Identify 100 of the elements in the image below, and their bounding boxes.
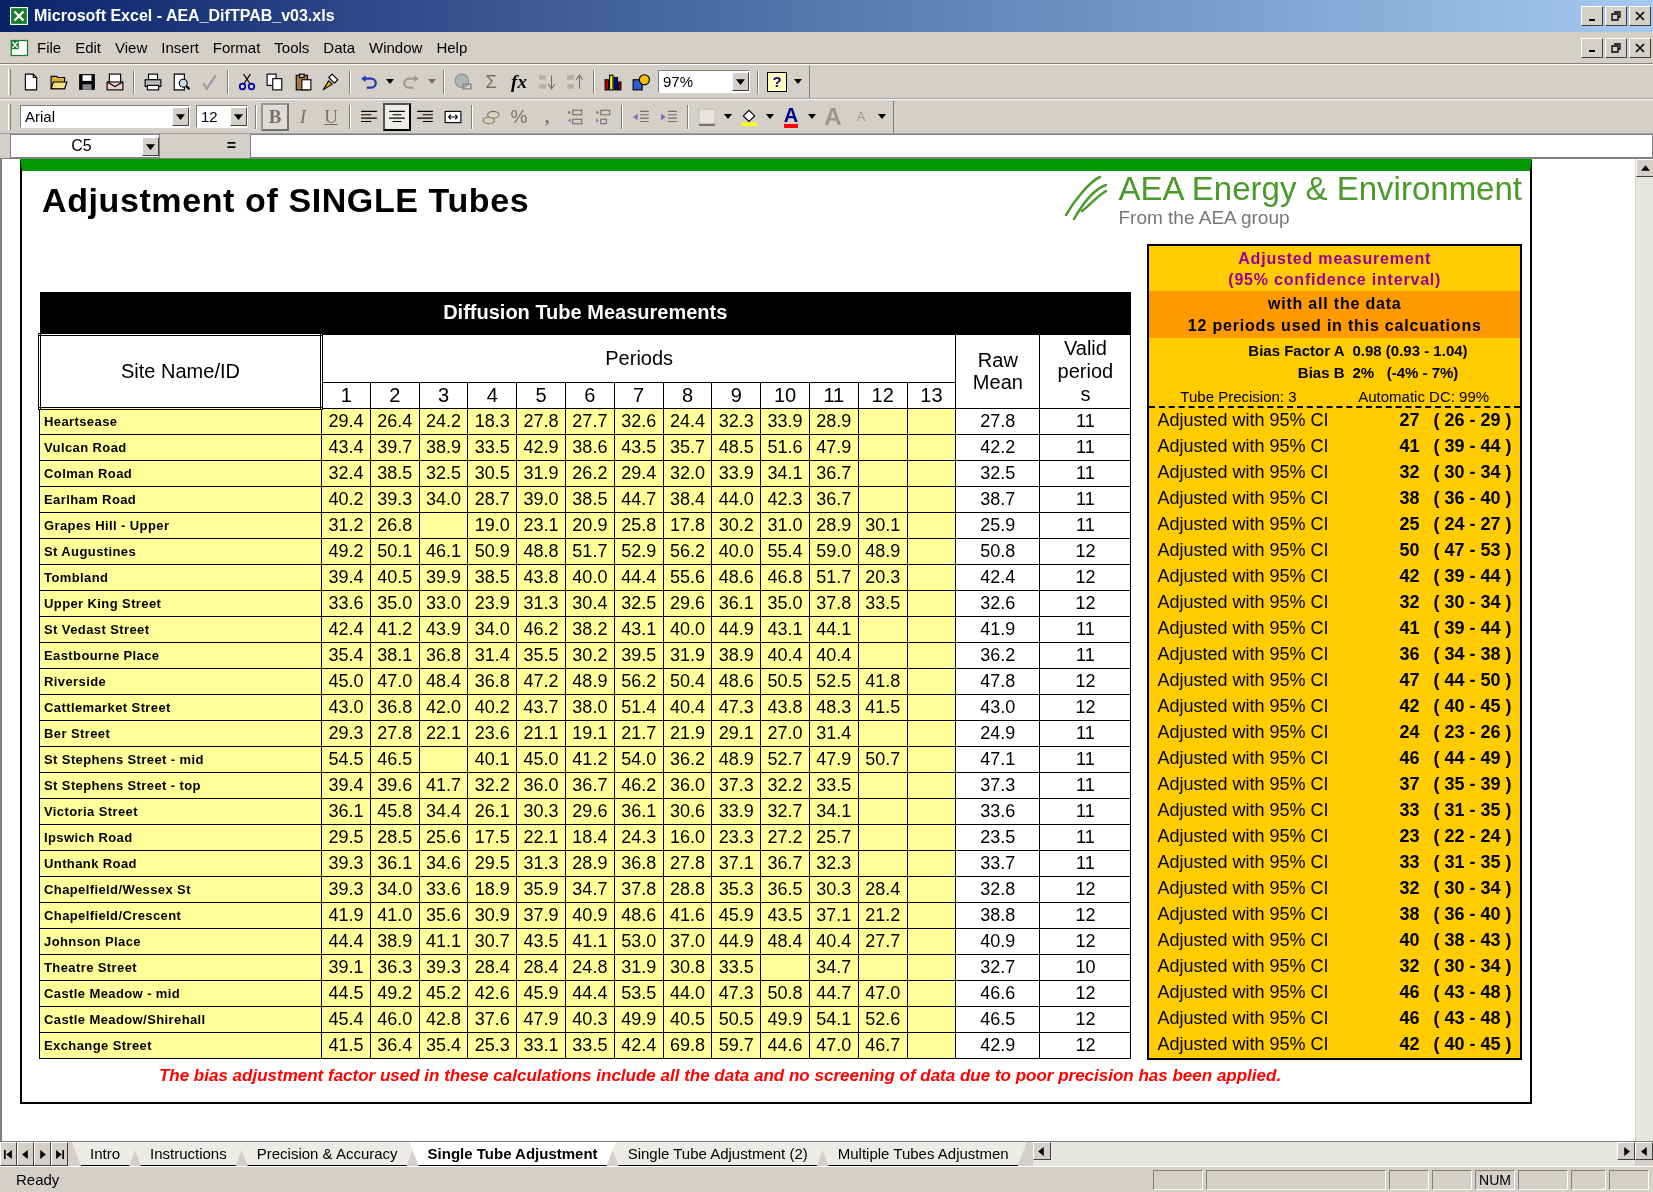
menu-item[interactable]: File — [30, 37, 69, 58]
previous-sheet-button[interactable] — [17, 1142, 34, 1166]
adjusted-label: Adjusted with 95% CI — [1157, 722, 1330, 743]
footnote: The bias adjustment factor used in these calculations include all the data and no screening of data due to poor precision has been applied. — [157, 1066, 1283, 1086]
menu-item[interactable]: Insert — [154, 37, 206, 58]
redo-icon — [402, 72, 420, 91]
scroll-up-button[interactable] — [1636, 159, 1653, 177]
formula-input[interactable] — [250, 134, 1653, 158]
table-cell: 32.5 — [955, 460, 1040, 486]
confidence-interval: ( 31 - 35 ) — [1432, 800, 1513, 821]
table-cell: 47.8 — [955, 668, 1040, 694]
adjusted-value: 42 — [1398, 1034, 1420, 1055]
zoom-dropdown[interactable]: 97% — [658, 70, 750, 93]
table-cell: 23.5 — [955, 824, 1040, 850]
last-sheet-button[interactable] — [51, 1142, 68, 1166]
font-dropdown[interactable]: Arial — [20, 105, 190, 128]
table-cell: St Vedast Street — [39, 616, 322, 642]
menu-item[interactable]: Window — [362, 37, 430, 58]
dropdown-button[interactable] — [732, 72, 749, 91]
caret-icon — [736, 77, 745, 86]
adjusted-value: 25 — [1398, 514, 1420, 535]
table-cell: Castle Meadow - mid — [39, 980, 322, 1006]
sheet-tab[interactable]: Single Tube Adjustment — [409, 1142, 616, 1166]
vertical-scrollbar[interactable] — [1635, 159, 1653, 1141]
adjusted-label: Adjusted with 95% CI — [1157, 826, 1330, 847]
restore-icon — [1611, 42, 1621, 53]
dropdown-button[interactable] — [230, 107, 247, 126]
next-sheet-button[interactable] — [34, 1142, 51, 1166]
adjusted-label: Adjusted with 95% CI — [1157, 774, 1330, 795]
table-cell: 11 — [1039, 616, 1131, 642]
horizontal-scrollbar[interactable] — [1032, 1142, 1635, 1166]
table-cell: 10 — [1039, 954, 1131, 980]
first-sheet-button[interactable] — [0, 1142, 17, 1166]
status-panel — [1389, 1169, 1429, 1190]
scroll-left-button[interactable] — [1032, 1142, 1051, 1160]
table-cell: Victoria Street — [39, 798, 322, 824]
table-cell: 11 — [1039, 642, 1131, 668]
adjusted-label: Adjusted with 95% CI — [1157, 514, 1330, 535]
restore-button[interactable] — [1605, 37, 1627, 58]
panel-heading: (95% confidence interval) — [1228, 269, 1442, 290]
sheet-title: Adjustment of SINGLE Tubes — [42, 181, 531, 220]
table-cell: Ber Street — [39, 720, 322, 746]
table-cell: 12 — [1039, 538, 1131, 564]
name-box[interactable]: C5 — [10, 134, 160, 158]
scroll-right-button[interactable] — [1617, 1142, 1635, 1160]
toolbar-button[interactable] — [383, 102, 411, 131]
adjusted-label: Adjusted with 95% CI — [1157, 1008, 1330, 1029]
bias-label: Bias Factor A — [1247, 341, 1345, 361]
menu-item[interactable]: Format — [205, 37, 268, 58]
status-panel — [1432, 1169, 1472, 1190]
table-cell: Riverside — [39, 668, 322, 694]
table-cell: Earlham Road — [39, 486, 322, 512]
close-button[interactable] — [1629, 6, 1651, 26]
table-cell: Chapelfield/Wessex St — [39, 876, 322, 902]
status-panel — [1609, 1169, 1649, 1190]
adjusted-label: Adjusted with 95% CI — [1157, 488, 1330, 509]
font-size-dropdown[interactable]: 12 — [196, 105, 248, 128]
adjusted-value: 36 — [1398, 644, 1420, 665]
last-arrow-icon — [55, 1149, 64, 1159]
bias-label: Bias B — [1296, 363, 1345, 383]
document-envelope-icon — [106, 72, 124, 91]
menu-item[interactable]: Data — [316, 37, 363, 58]
confidence-interval: ( 44 - 50 ) — [1432, 670, 1513, 691]
adjusted-value: 47 — [1398, 670, 1420, 691]
close-button[interactable] — [1629, 37, 1651, 58]
table-cell: 11 — [1039, 434, 1131, 460]
company-tagline: From the AEA group — [1118, 207, 1291, 229]
menu-item[interactable]: Help — [429, 37, 475, 58]
table-cell: 12 — [1039, 590, 1131, 616]
toolbar-button[interactable]: fx — [505, 67, 533, 96]
table-cell: 12 — [1039, 564, 1131, 590]
minimize-button[interactable] — [1581, 37, 1603, 58]
table-cell: 11 — [1039, 798, 1131, 824]
adjusted-value: 42 — [1398, 566, 1420, 587]
up-arrow-icon — [1640, 163, 1650, 173]
table-cell: St Stephens Street - mid — [39, 746, 322, 772]
caret-icon — [766, 114, 774, 119]
table-cell: 50.8 — [955, 538, 1040, 564]
restore-button[interactable] — [1605, 6, 1627, 26]
toolbar-button[interactable]: A — [777, 102, 805, 131]
menu-item[interactable]: View — [108, 37, 155, 58]
table-cell: 43.0 — [955, 694, 1040, 720]
adjusted-value: 32 — [1398, 878, 1420, 899]
adjusted-value: 46 — [1398, 982, 1420, 1003]
caret-icon — [724, 114, 732, 119]
adjusted-label: Adjusted with 95% CI — [1157, 462, 1330, 483]
scroll-left-button[interactable] — [1635, 1142, 1653, 1160]
clipboard-icon — [294, 72, 312, 91]
dropdown-button[interactable] — [172, 107, 189, 126]
dropdown-button[interactable] — [142, 136, 159, 156]
menu-item[interactable]: Tools — [267, 37, 317, 58]
caret-icon — [146, 141, 155, 151]
decrease-decimal-icon — [594, 107, 612, 126]
confidence-interval: ( 36 - 40 ) — [1432, 488, 1513, 509]
table-cell: 27.8 — [955, 408, 1040, 434]
table-cell: 12 — [1039, 1032, 1131, 1058]
toolbar-options-icon — [794, 79, 802, 84]
num-lock-indicator: NUM — [1479, 1171, 1511, 1188]
menu-item[interactable]: Edit — [68, 37, 109, 58]
minimize-button[interactable] — [1581, 6, 1603, 26]
